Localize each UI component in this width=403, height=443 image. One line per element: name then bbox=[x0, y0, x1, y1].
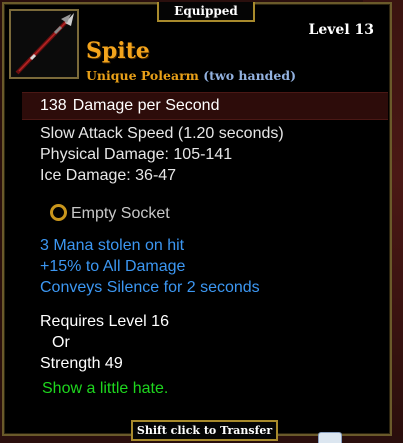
flavor-text: Show a little hate. bbox=[42, 380, 169, 397]
modifier-silence: Conveys Silence for 2 seconds bbox=[40, 279, 260, 296]
dps-row: 138 Damage per Second bbox=[22, 92, 388, 120]
item-tooltip: Level 13 Spite Unique Polearm (two hande… bbox=[2, 2, 392, 436]
item-name: Spite bbox=[86, 38, 150, 64]
requirement-level: Requires Level 16 bbox=[40, 313, 169, 330]
item-handedness: (two handed) bbox=[203, 68, 297, 83]
item-type: Unique Polearm (two handed) bbox=[86, 68, 296, 83]
empty-socket: Empty Socket bbox=[50, 204, 170, 223]
inventory-button[interactable] bbox=[318, 432, 342, 443]
requirement-or: Or bbox=[52, 334, 70, 351]
stat-attack-speed: Slow Attack Speed (1.20 seconds) bbox=[40, 125, 284, 142]
stat-ice-damage: Ice Damage: 36-47 bbox=[40, 167, 177, 184]
socket-label: Empty Socket bbox=[71, 205, 170, 222]
dps-label: Damage per Second bbox=[72, 97, 220, 114]
equipped-tab: Equipped bbox=[157, 2, 255, 22]
modifier-all-damage: +15% to All Damage bbox=[40, 258, 186, 275]
polearm-icon bbox=[9, 9, 79, 79]
modifier-mana-steal: 3 Mana stolen on hit bbox=[40, 237, 185, 254]
item-rarity-type: Unique Polearm bbox=[86, 68, 199, 83]
item-level: Level 13 bbox=[308, 22, 374, 38]
dps-value: 138 bbox=[40, 97, 67, 114]
requirement-strength: Strength 49 bbox=[40, 355, 123, 372]
socket-ring-icon bbox=[50, 204, 67, 221]
stat-physical-damage: Physical Damage: 105-141 bbox=[40, 146, 233, 163]
transfer-hint: Shift click to Transfer bbox=[131, 420, 278, 441]
